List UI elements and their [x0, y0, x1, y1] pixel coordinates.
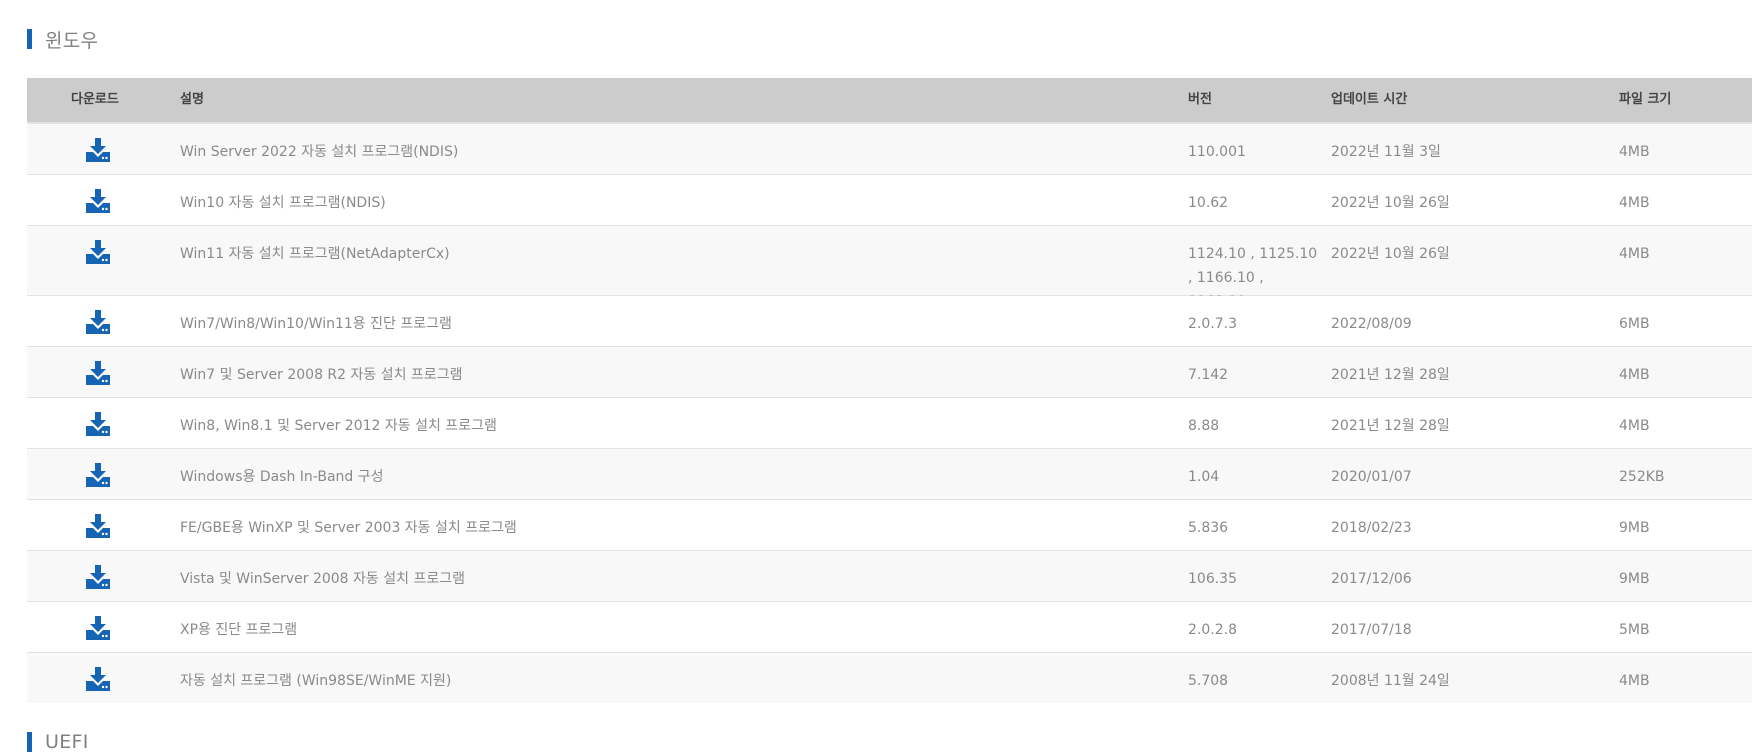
row-version: 7.142 — [1188, 367, 1229, 383]
row-updated: 2022년 11월 3일 — [1331, 144, 1441, 160]
row-version: 2.0.7.3 — [1188, 316, 1237, 332]
section-title-text: 윈도우 — [45, 29, 99, 52]
row-description: Windows용 Dash In-Band 구성 — [180, 469, 384, 485]
section-title-uefi: UEFI — [27, 730, 89, 754]
table-row: XP용 진단 프로그램 2.0.2.8 2017/07/18 5MB — [27, 602, 1752, 653]
download-icon[interactable] — [85, 462, 111, 488]
row-updated: 2017/12/06 — [1331, 571, 1412, 587]
download-icon[interactable] — [85, 615, 111, 641]
header-description: 설명 — [180, 92, 204, 107]
row-size: 252KB — [1619, 469, 1665, 485]
download-icon[interactable] — [85, 360, 111, 386]
row-description: Win11 자동 설치 프로그램(NetAdapterCx) — [180, 246, 450, 262]
row-size: 5MB — [1619, 622, 1650, 638]
table-row: Win10 자동 설치 프로그램(NDIS) 10.62 2022년 10월 26일… — [27, 175, 1752, 226]
section-title-text: UEFI — [45, 731, 89, 753]
download-icon[interactable] — [85, 309, 111, 335]
row-updated: 2008년 11월 24일 — [1331, 673, 1450, 689]
table-body: Win Server 2022 자동 설치 프로그램(NDIS) 110.001 2… — [27, 124, 1752, 703]
row-updated: 2022년 10월 26일 — [1331, 195, 1450, 211]
row-size: 6MB — [1619, 316, 1650, 332]
row-size: 9MB — [1619, 520, 1650, 536]
row-version: 2.0.2.8 — [1188, 622, 1237, 638]
table-row: Windows용 Dash In-Band 구성 1.04 2020/01/07 25… — [27, 449, 1752, 500]
row-description: Win7 및 Server 2008 R2 자동 설치 프로그램 — [180, 367, 463, 383]
download-icon[interactable] — [85, 666, 111, 692]
download-icon[interactable] — [85, 513, 111, 539]
row-size: 4MB — [1619, 195, 1650, 211]
table-row: Win Server 2022 자동 설치 프로그램(NDIS) 110.001 2… — [27, 124, 1752, 175]
row-size: 4MB — [1619, 144, 1650, 160]
table-row: Win11 자동 설치 프로그램(NetAdapterCx) 1124.10 , … — [27, 226, 1752, 310]
row-updated: 2022/08/09 — [1331, 316, 1412, 332]
row-version: 8.88 — [1188, 418, 1220, 434]
row-updated: 2021년 12월 28일 — [1331, 418, 1450, 434]
row-description: FE/GBE용 WinXP 및 Server 2003 자동 설치 프로그램 — [180, 520, 517, 536]
row-updated: 2017/07/18 — [1331, 622, 1412, 638]
download-icon[interactable] — [85, 239, 111, 265]
header-version: 버전 — [1188, 92, 1212, 107]
table-row: Win7 및 Server 2008 R2 자동 설치 프로그램 7.142 202… — [27, 347, 1752, 398]
table-header: 다운로드 설명 버전 업데이트 시간 파일 크기 — [27, 78, 1752, 124]
row-description: Win7/Win8/Win10/Win11용 진단 프로그램 — [180, 316, 452, 332]
header-updated: 업데이트 시간 — [1331, 92, 1408, 107]
driver-table: 다운로드 설명 버전 업데이트 시간 파일 크기 Win Server 2022… — [27, 78, 1752, 703]
row-version: 110.001 — [1188, 144, 1246, 160]
row-description: Vista 및 WinServer 2008 자동 설치 프로그램 — [180, 571, 465, 587]
row-version: 5.836 — [1188, 520, 1229, 536]
row-description: Win8, Win8.1 및 Server 2012 자동 설치 프로그램 — [180, 418, 497, 434]
row-size: 4MB — [1619, 673, 1650, 689]
header-download: 다운로드 — [71, 92, 119, 107]
row-size: 4MB — [1619, 367, 1650, 383]
row-version: 5.708 — [1188, 673, 1229, 689]
table-row: Win7/Win8/Win10/Win11용 진단 프로그램 2.0.7.3 202… — [27, 296, 1752, 347]
table-row: FE/GBE용 WinXP 및 Server 2003 자동 설치 프로그램 5.… — [27, 500, 1752, 551]
row-size: 4MB — [1619, 418, 1650, 434]
row-version: 10.62 — [1188, 195, 1229, 211]
table-row: Vista 및 WinServer 2008 자동 설치 프로그램 106.35 2… — [27, 551, 1752, 602]
row-description: XP용 진단 프로그램 — [180, 622, 298, 638]
row-version: 106.35 — [1188, 571, 1237, 587]
row-description: Win Server 2022 자동 설치 프로그램(NDIS) — [180, 144, 459, 160]
download-icon[interactable] — [85, 188, 111, 214]
row-updated: 2018/02/23 — [1331, 520, 1412, 536]
section-title-windows: 윈도우 — [27, 27, 99, 52]
download-icon[interactable] — [85, 564, 111, 590]
row-size: 4MB — [1619, 246, 1650, 262]
header-size: 파일 크기 — [1619, 92, 1672, 107]
download-icon[interactable] — [85, 411, 111, 437]
row-size: 9MB — [1619, 571, 1650, 587]
row-description: 자동 설치 프로그램 (Win98SE/WinME 지원) — [180, 673, 452, 689]
row-updated: 2021년 12월 28일 — [1331, 367, 1450, 383]
table-row: 자동 설치 프로그램 (Win98SE/WinME 지원) 5.708 2008년 … — [27, 653, 1752, 703]
row-description: Win10 자동 설치 프로그램(NDIS) — [180, 195, 386, 211]
row-version: 1.04 — [1188, 469, 1220, 485]
section-marker — [27, 732, 32, 752]
download-icon[interactable] — [85, 137, 111, 163]
table-row: Win8, Win8.1 및 Server 2012 자동 설치 프로그램 8.8… — [27, 398, 1752, 449]
section-marker — [27, 29, 32, 49]
row-updated: 2022년 10월 26일 — [1331, 246, 1450, 262]
row-updated: 2020/01/07 — [1331, 469, 1412, 485]
